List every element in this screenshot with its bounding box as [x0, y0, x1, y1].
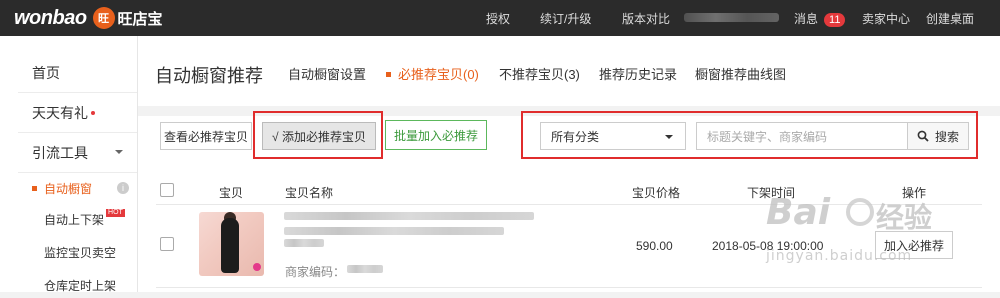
thumb-figure-dress	[221, 218, 239, 273]
sub-monitor-label: 监控宝贝卖空	[44, 245, 117, 260]
message-count-badge: 11	[824, 12, 846, 27]
col-header-item: 宝贝	[219, 186, 244, 200]
nav-authorize[interactable]: 授权	[486, 10, 510, 27]
tab-must-recommend[interactable]: 必推荐宝贝(0)	[386, 64, 479, 83]
sidebar-daily-gift-label: 天天有礼	[32, 104, 88, 121]
highlight-box-add	[253, 111, 383, 159]
row-divider	[156, 287, 982, 288]
sidebar: 首页 天天有礼 引流工具 自动橱窗 i 自动上下架 HOT 监控宝贝卖空 仓库定时上…	[0, 36, 138, 293]
nav-compare[interactable]: 版本对比	[622, 10, 670, 27]
sub-auto-shelf-label: 自动上下架	[44, 212, 105, 227]
tab-window-settings[interactable]: 自动橱窗设置	[288, 64, 366, 83]
product-name-blurred[interactable]	[284, 212, 534, 220]
row-checkbox[interactable]	[160, 237, 174, 251]
nav-desktop[interactable]: 创建桌面	[926, 10, 974, 27]
nav-seller-center[interactable]: 卖家中心	[862, 10, 910, 27]
product-thumbnail[interactable]	[199, 212, 264, 276]
baidu-watermark: Bai 经验 jingyan.baidu.com	[748, 188, 988, 272]
highlight-box-search	[521, 111, 978, 159]
sidebar-item-daily-gift[interactable]: 天天有礼	[18, 93, 137, 133]
tab-curve-chart[interactable]: 橱窗推荐曲线图	[695, 64, 786, 83]
info-icon[interactable]: i	[117, 182, 129, 194]
top-bar: wonbao 旺 旺店宝 授权 续订/升级 版本对比 消息 11 卖家中心 创建桌…	[0, 0, 1000, 36]
col-header-name: 宝贝名称	[285, 186, 334, 200]
tab-not-recommend[interactable]: 不推荐宝贝(3)	[499, 64, 580, 83]
new-dot-icon	[91, 110, 95, 115]
select-all-checkbox[interactable]	[160, 183, 174, 197]
sub-warehouse-label: 仓库定时上架	[44, 278, 117, 293]
tab-bar: 自动橱窗设置 必推荐宝贝(0) 不推荐宝贝(3) 推荐历史记录 橱窗推荐曲线图	[138, 64, 1000, 84]
product-name-blurred-2	[284, 227, 504, 235]
tab-must-recommend-label: 必推荐宝贝(0)	[398, 67, 479, 82]
active-marker-icon	[32, 186, 37, 191]
merchant-code-blurred	[347, 265, 383, 273]
batch-add-button[interactable]: 批量加入必推荐	[385, 120, 487, 150]
row-price: 590.00	[636, 239, 673, 253]
col-header-price: 宝贝价格	[632, 186, 681, 200]
sidebar-sub-warehouse[interactable]: 仓库定时上架	[28, 272, 137, 298]
sidebar-sub-auto-shelf[interactable]: 自动上下架 HOT	[28, 206, 137, 232]
nav-renew[interactable]: 续订/升级	[540, 10, 591, 27]
hot-badge: HOT	[106, 209, 125, 217]
sidebar-traffic-tools-label: 引流工具	[32, 144, 88, 161]
sidebar-item-traffic-tools[interactable]: 引流工具	[18, 133, 137, 173]
account-name-blurred	[684, 11, 779, 25]
active-tab-marker-icon	[386, 72, 391, 77]
merchant-code-label: 商家编码：	[285, 265, 346, 279]
watermark-brand: Bai	[766, 192, 831, 233]
paw-icon	[846, 198, 874, 226]
tab-history[interactable]: 推荐历史记录	[599, 64, 677, 83]
watermark-url: jingyan.baidu.com	[766, 248, 913, 264]
view-must-button[interactable]: 查看必推荐宝贝	[160, 122, 252, 150]
nav-messages[interactable]: 消息 11	[794, 10, 846, 27]
thumb-badge-icon	[253, 263, 261, 271]
watermark-cn: 经验	[876, 201, 933, 234]
sidebar-sub-auto-window[interactable]: 自动橱窗 i	[28, 175, 137, 201]
sidebar-sub-monitor[interactable]: 监控宝贝卖空	[28, 239, 137, 265]
product-name-blurred-3	[284, 239, 324, 247]
sidebar-home-label: 首页	[32, 64, 60, 81]
chevron-down-icon	[115, 150, 123, 154]
sidebar-item-home[interactable]: 首页	[18, 53, 137, 93]
sub-auto-window-label: 自动橱窗	[44, 181, 93, 196]
messages-label: 消息	[794, 11, 819, 26]
